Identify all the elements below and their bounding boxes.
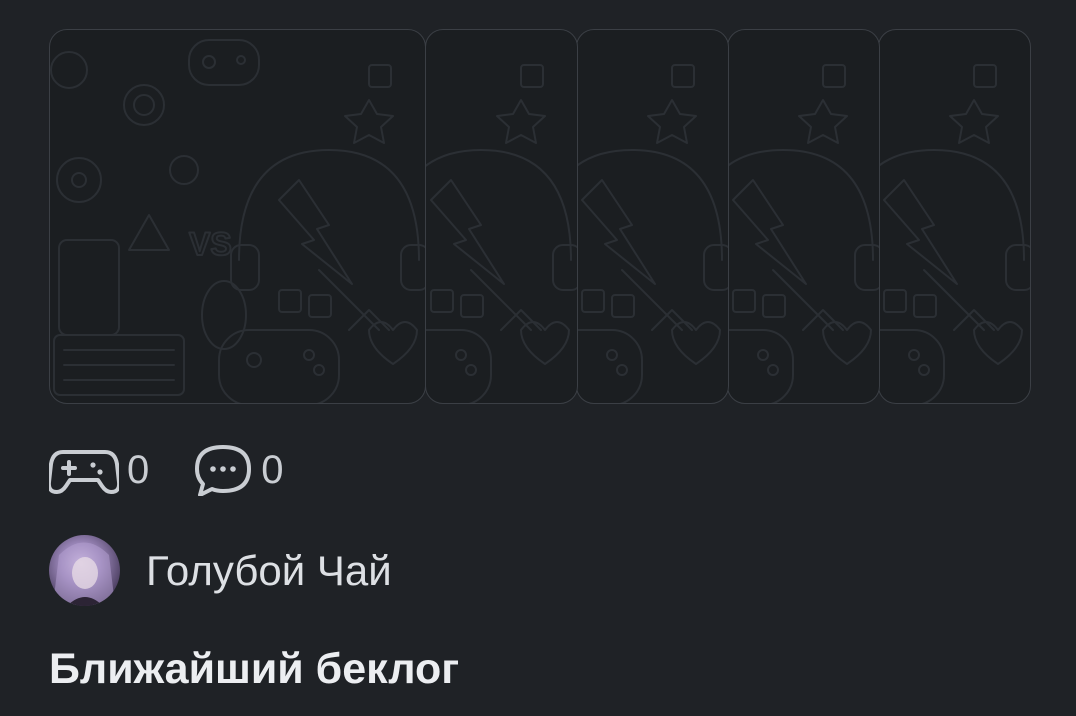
post-title[interactable]: Ближайший беклог xyxy=(49,645,459,694)
gaming-pattern-icon xyxy=(728,39,879,403)
game-cover-placeholder[interactable] xyxy=(878,29,1031,404)
gaming-pattern-icon xyxy=(577,39,728,403)
post-stats: 0 0 xyxy=(49,444,328,496)
gaming-pattern-icon xyxy=(426,39,577,403)
gaming-pattern-icon: VS xyxy=(50,39,425,403)
avatar-image xyxy=(53,542,115,606)
game-cover-placeholder[interactable] xyxy=(576,29,729,404)
game-cover-stack[interactable]: VS xyxy=(49,29,1031,406)
author-name: Голубой Чай xyxy=(146,546,392,594)
game-cover-placeholder[interactable]: VS xyxy=(49,29,426,404)
gaming-pattern-icon xyxy=(879,39,1030,403)
comments-button[interactable]: 0 xyxy=(193,444,284,496)
game-cover-placeholder[interactable] xyxy=(727,29,880,404)
game-cover-placeholder[interactable] xyxy=(425,29,578,404)
likes-button[interactable]: 0 xyxy=(49,444,149,496)
chat-bubble-icon xyxy=(195,445,252,496)
likes-count: 0 xyxy=(127,448,150,492)
comments-count: 0 xyxy=(261,448,284,492)
author-link[interactable]: Голубой Чай xyxy=(49,535,392,606)
avatar[interactable] xyxy=(49,535,120,606)
gamepad-icon xyxy=(49,450,119,494)
